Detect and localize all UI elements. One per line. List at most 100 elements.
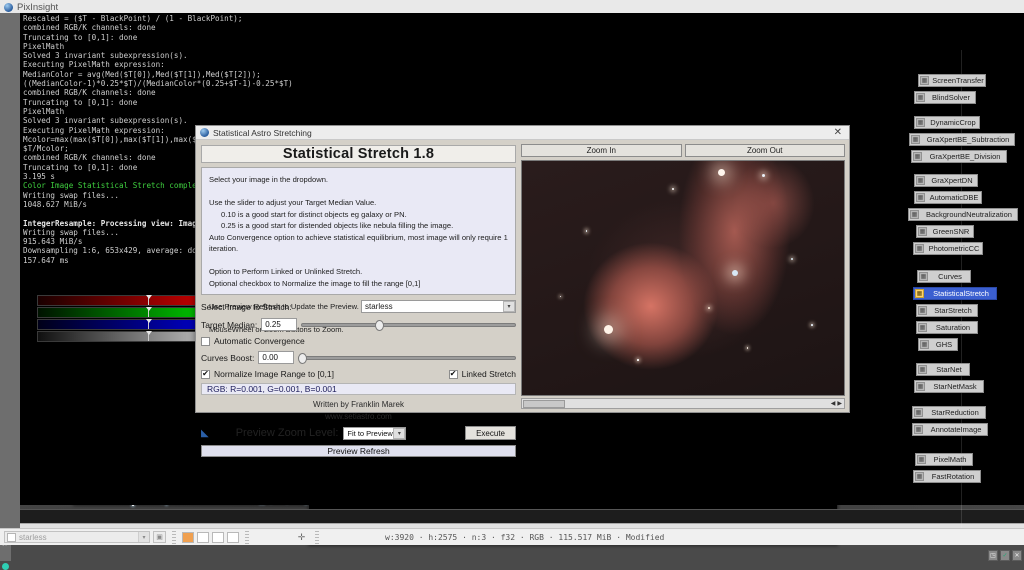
stf-midtone-marker[interactable] [148, 332, 149, 341]
preview-zoom-dropdown[interactable]: Fit to Preview ▾ [343, 427, 406, 440]
process-icon: ▦ [918, 306, 927, 315]
process-icon-ghs[interactable]: ▦GHS [918, 338, 958, 351]
process-icon-automaticdbe[interactable]: ▦AutomaticDBE [914, 191, 982, 204]
crosshair-icon[interactable]: ✛ [294, 530, 309, 545]
process-icon-label: Curves [930, 272, 970, 281]
process-icon-annotateimage[interactable]: ▦AnnotateImage [912, 423, 988, 436]
process-icon-screentransfer[interactable]: ▦ScreenTransfer [918, 74, 986, 87]
zoom-in-button[interactable]: Zoom In [521, 144, 682, 157]
process-icon-curves[interactable]: ▦Curves [917, 270, 971, 283]
target-median-slider[interactable] [301, 323, 516, 327]
process-icon-dynamiccrop[interactable]: ▦DynamicCrop [914, 116, 980, 129]
scroll-left-icon[interactable]: ◀ [831, 400, 836, 407]
preview-star [708, 307, 710, 309]
process-icon-backgroundneutralization[interactable]: ▦BackgroundNeutralization [908, 208, 1018, 221]
console-input[interactable] [20, 509, 1024, 523]
process-icon-graxpertdn[interactable]: ▦GraXpertDN [914, 174, 978, 187]
preview-star [604, 325, 613, 334]
curves-boost-input[interactable]: 0.00 [258, 351, 294, 364]
preview-icon[interactable]: ▣ [153, 531, 166, 543]
color-swatch-3[interactable] [227, 532, 239, 543]
preview-star [791, 258, 793, 260]
execute-button[interactable]: Execute [465, 426, 516, 440]
chevron-down-icon[interactable]: ▾ [503, 301, 515, 312]
process-icon-label: StatisticalStretch [926, 289, 996, 298]
process-icon-label: StarReduction [925, 408, 985, 417]
target-median-input[interactable]: 0.25 [261, 318, 297, 331]
statusbar-grip-3[interactable] [315, 531, 319, 544]
help-line: 0.10 is a good start for distinct object… [209, 209, 508, 221]
process-icon-sidebar: ▦ScreenTransfer▦BlindSolver▦DynamicCrop▦… [900, 50, 1024, 528]
color-swatch-2[interactable] [212, 532, 224, 543]
process-icon: ▦ [914, 425, 923, 434]
process-icon-blindsolver[interactable]: ▦BlindSolver [914, 91, 976, 104]
select-image-dropdown[interactable]: starless ▾ [361, 300, 516, 313]
linked-stretch-checkbox[interactable]: ✔ [449, 370, 458, 379]
dialog-left-column: Statistical Stretch 1.8 Select your imag… [196, 140, 521, 413]
select-image-label: Select Image to Stretch: [201, 302, 292, 312]
process-icon-greensnr[interactable]: ▦GreenSNR [916, 225, 974, 238]
linked-group[interactable]: ✔ Linked Stretch [449, 369, 516, 379]
statusbar: starless ▾ ▣ ✛ w:3920 · h:2575 · n:3 · f… [0, 528, 1024, 545]
stf-midtone-marker[interactable] [148, 320, 149, 329]
dialog-body: Statistical Stretch 1.8 Select your imag… [196, 140, 849, 413]
auto-convergence-checkbox[interactable] [201, 337, 210, 346]
scrollbar-thumb[interactable] [523, 400, 565, 408]
stf-midtone-marker[interactable] [148, 296, 149, 305]
target-median-slider-knob[interactable] [375, 320, 384, 331]
process-icon-fastrotation[interactable]: ▦FastRotation [913, 470, 981, 483]
process-icon-starnetmask[interactable]: ▦StarNetMask [914, 380, 984, 393]
new-instance-icon[interactable]: ◳ [988, 550, 998, 561]
process-icon-graxpertbe_division[interactable]: ▦GraXpertBE_Division [911, 150, 1007, 163]
preview-canvas[interactable] [521, 160, 845, 396]
process-icon-starnet[interactable]: ▦StarNet [916, 363, 970, 376]
pixinsight-app: PixInsight FILEEDITVIEWIMAGEPREVIEWMASKP… [0, 0, 1024, 545]
help-line [209, 289, 508, 301]
help-line [209, 255, 508, 267]
process-icon-statisticalstretch[interactable]: ▦StatisticalStretch [913, 287, 997, 300]
process-icon-pixelmath[interactable]: ▦PixelMath [915, 453, 973, 466]
color-swatch-1[interactable] [197, 532, 209, 543]
close-icon[interactable]: ✕ [831, 127, 845, 138]
curves-boost-slider-knob[interactable] [298, 353, 307, 364]
process-icon-saturation[interactable]: ▦Saturation [916, 321, 978, 334]
credit-website[interactable]: www.setiastro.com [201, 412, 516, 421]
curves-boost-slider[interactable] [298, 356, 516, 360]
active-view-combo[interactable]: starless ▾ [4, 531, 150, 543]
chevron-down-icon[interactable]: ▾ [393, 428, 405, 439]
apply-icon[interactable]: ✓ [1000, 550, 1010, 561]
process-icon-starreduction[interactable]: ▦StarReduction [912, 406, 986, 419]
cancel-icon[interactable]: ✕ [1012, 550, 1022, 561]
statistical-stretch-dialog[interactable]: Statistical Astro Stretching ✕ Statistic… [195, 125, 850, 413]
dialog-titlebar[interactable]: Statistical Astro Stretching ✕ [196, 126, 849, 140]
console-line: PixelMath [23, 42, 1021, 51]
dialog-help-text: Select your image in the dropdown. Use t… [201, 167, 516, 295]
process-icon-label: BlindSolver [927, 93, 975, 102]
preview-horizontal-scrollbar[interactable]: ◀ ▶ [521, 398, 845, 409]
scroll-right-icon[interactable]: ▶ [837, 400, 842, 407]
statusbar-grip-2[interactable] [245, 531, 249, 544]
help-line: Option to Perform Linked or Unlinked Str… [209, 266, 508, 278]
process-icon-graxpertbe_subtraction[interactable]: ▦GraXpertBE_Subtraction [909, 133, 1015, 146]
curves-boost-label: Curves Boost: [201, 353, 254, 363]
scroll-arrows[interactable]: ◀ ▶ [831, 400, 844, 407]
stf-midtone-marker[interactable] [148, 308, 149, 317]
auto-convergence-row[interactable]: Automatic Convergence [201, 336, 516, 346]
statusbar-grip[interactable] [172, 531, 176, 544]
process-icon: ▦ [916, 176, 925, 185]
color-swatch-orange[interactable] [182, 532, 194, 543]
process-icon-starstretch[interactable]: ▦StarStretch [916, 304, 978, 317]
process-icon-photometriccc[interactable]: ▦PhotometricCC [913, 242, 983, 255]
process-icon: ▦ [920, 340, 929, 349]
target-median-row: Target Median: 0.25 [201, 318, 516, 331]
zoom-out-button[interactable]: Zoom Out [685, 144, 846, 157]
preview-refresh-button[interactable]: Preview Refresh [201, 445, 516, 457]
process-icon-label: DynamicCrop [927, 118, 979, 127]
stf-footer-buttons[interactable]: ◳ ✓ ✕ [988, 550, 1022, 561]
normalize-group[interactable]: ✔ Normalize Image Range to [0,1] [201, 369, 334, 379]
preview-star [560, 296, 561, 297]
nebula-preview-image [522, 161, 844, 395]
new-instance-icon[interactable]: ◣ [201, 428, 209, 439]
normalize-checkbox[interactable]: ✔ [201, 370, 210, 379]
chevron-down-icon[interactable]: ▾ [138, 532, 149, 542]
